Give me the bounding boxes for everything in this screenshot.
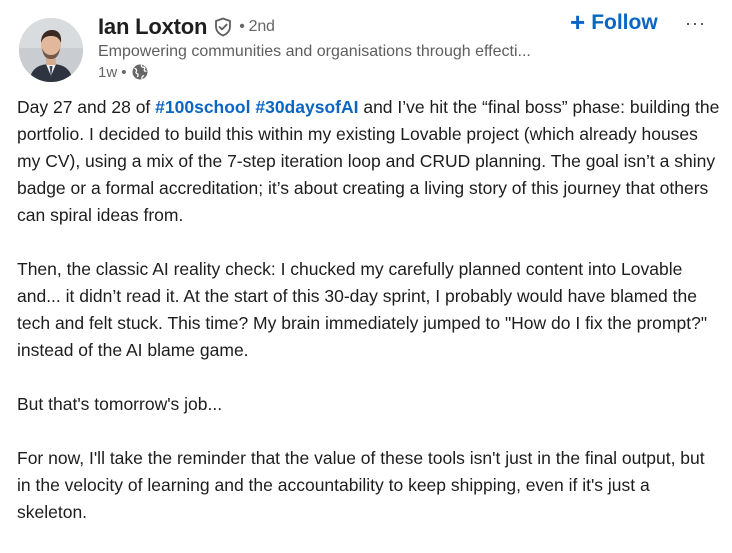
meta-separator: • <box>121 63 127 81</box>
author-name[interactable]: Ian Loxton <box>98 14 207 40</box>
post-time: 1w <box>98 63 118 81</box>
globe-icon <box>132 64 148 80</box>
connection-degree: • 2nd <box>239 18 275 35</box>
author-avatar[interactable] <box>19 18 83 82</box>
feed-post: Ian Loxton • 2nd Empowering communities a… <box>0 0 732 540</box>
author-name-row: Ian Loxton • 2nd <box>98 14 275 40</box>
degree-label: 2nd <box>248 18 275 35</box>
verified-shield-icon <box>215 17 232 37</box>
post-paragraph-4: For now, I'll take the reminder that the… <box>17 448 705 522</box>
profile-photo <box>19 18 83 82</box>
follow-label: Follow <box>591 11 658 34</box>
hashtag-30daysofai[interactable]: #30daysofAI <box>255 97 358 117</box>
more-options-icon[interactable]: ··· <box>685 14 706 32</box>
hashtag-100school[interactable]: #100school <box>155 97 250 117</box>
plus-icon: + <box>570 7 586 37</box>
post-paragraph-3: But that's tomorrow's job... <box>17 394 223 414</box>
post-text: Day 27 and 28 of <box>17 97 156 117</box>
post-body: Day 27 and 28 of #100school #30daysofAI … <box>17 94 723 553</box>
follow-button[interactable]: + Follow <box>570 7 658 37</box>
author-headline: Empowering communities and organisations… <box>98 43 531 60</box>
post-paragraph-1: Day 27 and 28 of #100school #30daysofAI … <box>17 94 723 229</box>
post-paragraph-2: Then, the classic AI reality check: I ch… <box>17 259 708 360</box>
post-meta: 1w • <box>98 63 149 81</box>
